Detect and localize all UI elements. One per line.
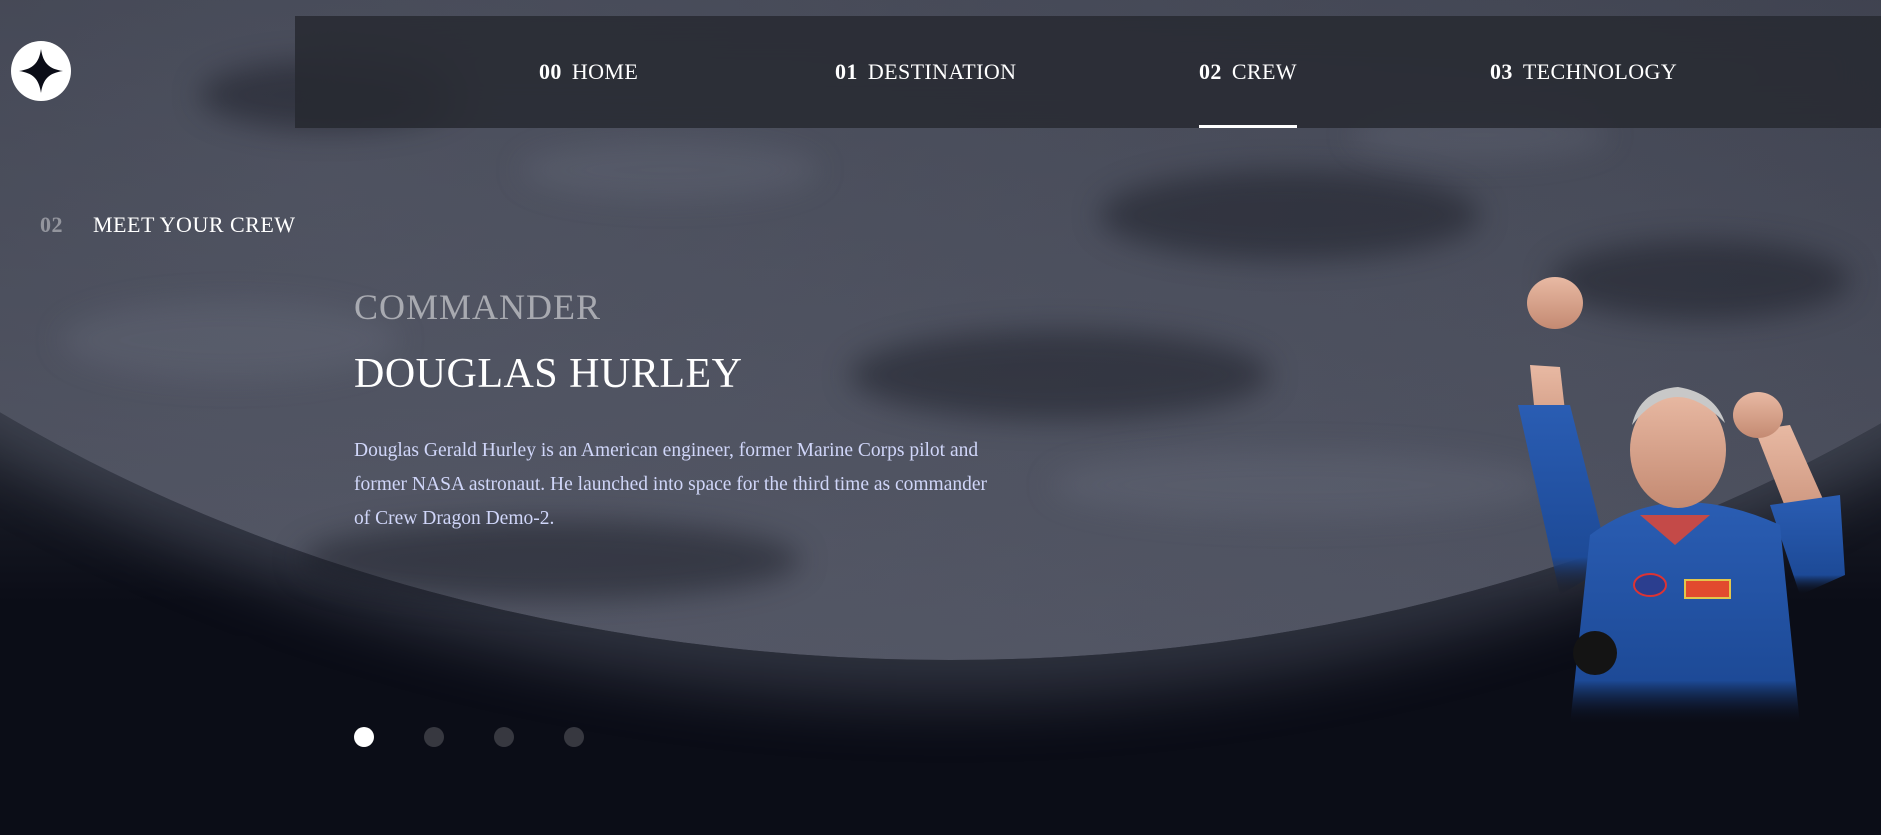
nav-item-number: 02 [1199,59,1222,84]
crew-portrait [1518,277,1845,725]
carousel-dot-1[interactable] [354,727,374,747]
nav-item-number: 01 [835,59,858,84]
nav-item-label: DESTINATION [867,59,1017,84]
page-title: 02 MEET YOUR CREW [40,212,296,238]
nav-item-label: HOME [571,59,639,84]
nav-item-technology[interactable]: 03 TECHNOLOGY [1490,16,1677,128]
crew-bio: Douglas Gerald Hurley is an American eng… [354,440,988,529]
carousel-dot-3[interactable] [494,727,514,747]
crew-name: DOUGLAS HURLEY [354,351,743,397]
crew-carousel-dots [354,727,584,747]
page-title-number: 02 [40,212,63,237]
star-logo-icon [19,49,63,93]
nav-item-crew[interactable]: 02 CREW [1199,16,1297,128]
nav-item-number: 00 [539,59,562,84]
carousel-dot-4[interactable] [564,727,584,747]
crew-role: COMMANDER [354,287,602,327]
primary-nav: 00 HOME 01 DESTINATION 02 CREW 03 TECHNO… [295,16,1881,128]
nav-item-number: 03 [1490,59,1513,84]
nav-item-label: TECHNOLOGY [1522,59,1678,84]
nav-item-home[interactable]: 00 HOME [539,16,638,128]
nav-item-destination[interactable]: 01 DESTINATION [835,16,1016,128]
nav-item-label: CREW [1231,59,1297,84]
page-title-label: MEET YOUR CREW [93,212,296,237]
carousel-dot-2[interactable] [424,727,444,747]
home-logo[interactable] [11,41,71,101]
